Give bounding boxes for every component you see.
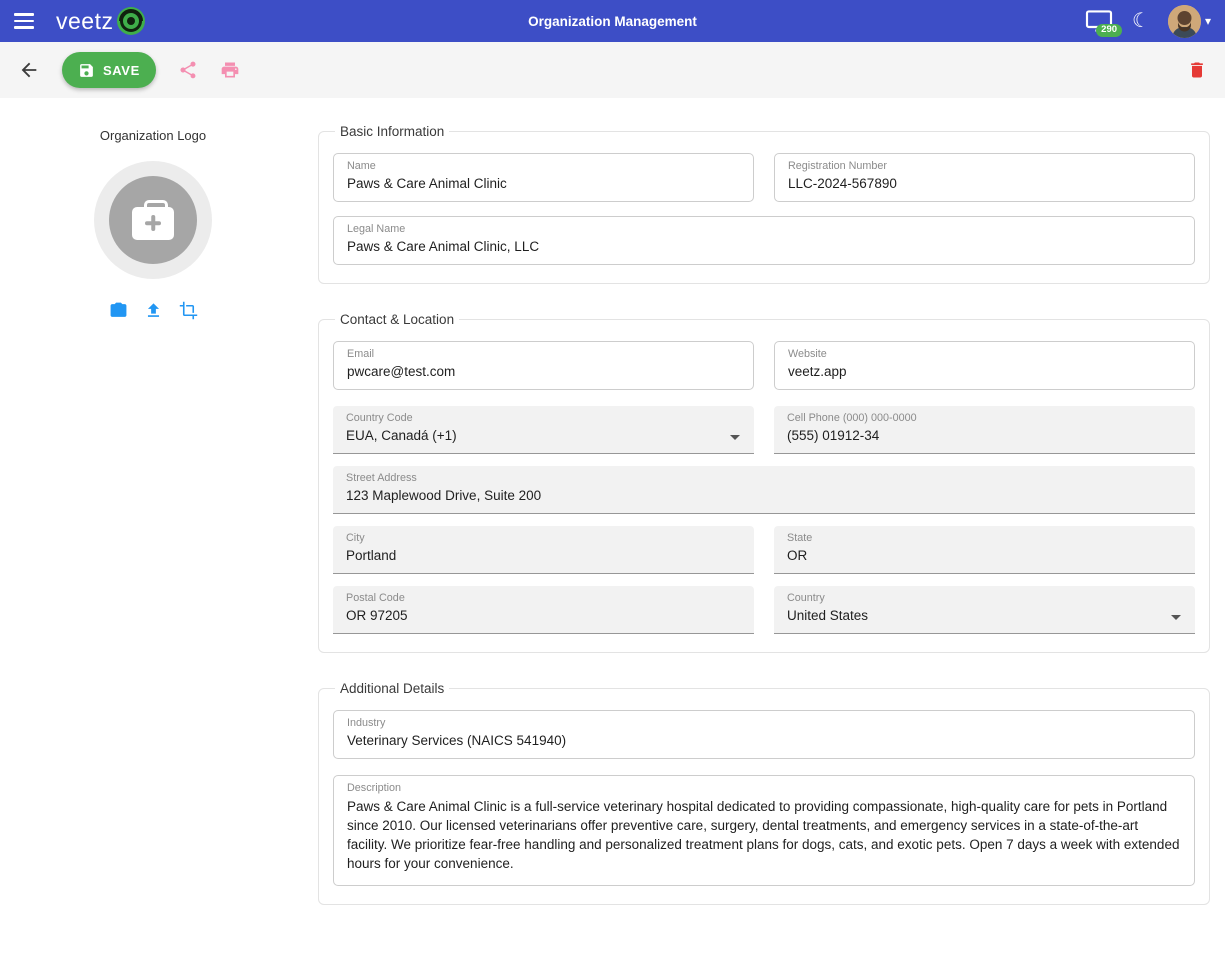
city-input[interactable] [346,548,741,563]
section-basic-information: Basic Information Name Registration Numb… [318,124,1210,284]
notification-badge: 290 [1096,24,1122,37]
industry-input[interactable] [347,733,1181,748]
registration-number-input[interactable] [788,176,1181,191]
country-code-select[interactable] [346,428,741,443]
country-select[interactable] [787,608,1182,623]
section-contact-legend: Contact & Location [335,312,459,327]
website-field: Website [774,341,1195,390]
user-menu[interactable]: ▾ [1168,5,1211,38]
cell-phone-input[interactable] [787,428,1182,443]
crop-icon [179,301,198,320]
upload-logo-button[interactable] [144,301,163,320]
state-field: State [774,526,1195,574]
name-label: Name [347,160,740,172]
camera-icon [109,301,128,320]
city-label: City [346,532,741,544]
action-toolbar: SAVE [0,42,1225,98]
trash-icon [1187,60,1207,80]
hamburger-menu-icon[interactable] [14,8,40,34]
registration-number-label: Registration Number [788,160,1181,172]
share-icon [178,60,198,80]
logo-panel-label: Organization Logo [100,128,206,143]
section-additional-legend: Additional Details [335,681,449,696]
back-arrow-icon [18,59,40,81]
industry-field: Industry [333,710,1195,759]
chevron-down-icon: ▾ [1205,14,1211,28]
legal-name-field: Legal Name [333,216,1195,265]
logo-panel: Organization Logo [0,124,306,957]
section-contact-location: Contact & Location Email Website Country… [318,312,1210,653]
app-bar: veetz Organization Management 290 ☾ ▾ [0,0,1225,42]
website-input[interactable] [788,364,1181,379]
street-address-field: Street Address [333,466,1195,514]
page-title: Organization Management [528,14,697,29]
legal-name-label: Legal Name [347,223,1181,235]
country-field[interactable]: Country [774,586,1195,634]
save-icon [78,62,95,79]
legal-name-input[interactable] [347,239,1181,254]
brand: veetz [56,6,146,36]
organization-logo-placeholder[interactable] [94,161,212,279]
add-logo-case-icon [132,207,174,240]
registration-number-field: Registration Number [774,153,1195,202]
crop-logo-button[interactable] [179,301,198,320]
save-button[interactable]: SAVE [62,52,156,88]
postal-code-label: Postal Code [346,592,741,604]
website-label: Website [788,348,1181,360]
delete-button[interactable] [1187,60,1207,80]
share-button[interactable] [178,60,198,80]
print-icon [220,60,240,80]
postal-code-input[interactable] [346,608,741,623]
take-photo-button[interactable] [109,301,128,320]
back-button[interactable] [18,59,40,81]
street-address-input[interactable] [346,488,1182,503]
cell-phone-label: Cell Phone (000) 000-0000 [787,412,1182,424]
dropdown-caret-icon[interactable] [730,435,740,440]
logo-placeholder-circle [109,176,197,264]
description-label: Description [347,782,1181,794]
postal-code-field: Postal Code [333,586,754,634]
save-button-label: SAVE [103,63,140,78]
brand-logo-icon [116,6,146,36]
state-input[interactable] [787,548,1182,563]
state-label: State [787,532,1182,544]
name-field: Name [333,153,754,202]
dark-mode-toggle-moon-icon[interactable]: ☾ [1132,11,1150,31]
logo-actions [109,301,198,320]
section-additional-details: Additional Details Industry Description … [318,681,1210,905]
cell-phone-field: Cell Phone (000) 000-0000 [774,406,1195,454]
sessions-monitor-icon[interactable]: 290 [1084,9,1114,33]
email-field: Email [333,341,754,390]
country-label: Country [787,592,1182,604]
section-basic-legend: Basic Information [335,124,449,139]
name-input[interactable] [347,176,740,191]
industry-label: Industry [347,717,1181,729]
description-field: Description Paws & Care Animal Clinic is… [333,775,1195,886]
form-area: Basic Information Name Registration Numb… [306,124,1225,957]
main-content: Organization Logo [0,98,1225,957]
country-code-field[interactable]: Country Code [333,406,754,454]
upload-icon [144,301,163,320]
street-address-label: Street Address [346,472,1182,484]
country-code-label: Country Code [346,412,741,424]
dropdown-caret-icon[interactable] [1171,615,1181,620]
brand-name: veetz [56,8,113,35]
email-label: Email [347,348,740,360]
user-avatar [1168,5,1201,38]
appbar-actions: 290 ☾ ▾ [1084,5,1211,38]
print-button[interactable] [220,60,240,80]
city-field: City [333,526,754,574]
email-input[interactable] [347,364,740,379]
description-textarea[interactable]: Paws & Care Animal Clinic is a full-serv… [347,797,1181,877]
